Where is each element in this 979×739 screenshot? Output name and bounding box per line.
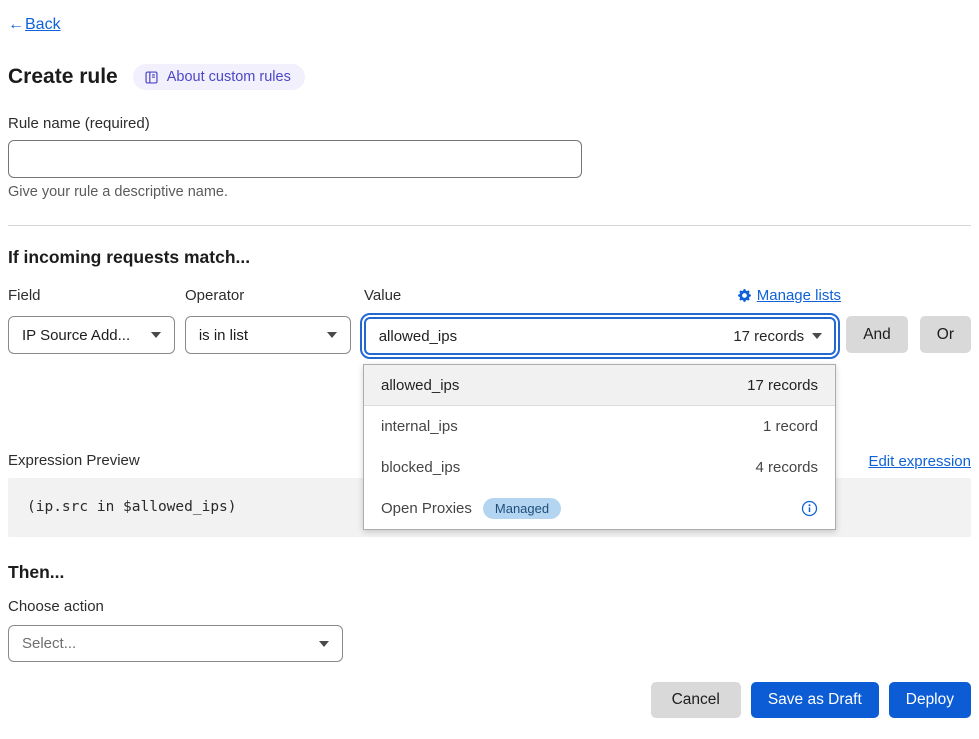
operator-select-value: is in list	[199, 327, 248, 344]
operator-select[interactable]: is in list	[185, 316, 351, 354]
create-rule-page: ← Back Create rule About custom rules Ru…	[0, 0, 979, 718]
list-item-name: internal_ips	[381, 418, 458, 435]
choose-action-label: Choose action	[8, 598, 971, 615]
gear-icon	[738, 289, 751, 302]
about-custom-rules-label: About custom rules	[167, 69, 291, 85]
value-select[interactable]: allowed_ips 17 records	[364, 317, 837, 355]
chevron-down-icon	[151, 332, 161, 338]
list-item-blocked-ips[interactable]: blocked_ips 4 records	[364, 447, 835, 488]
rule-name-input[interactable]	[8, 140, 582, 178]
edit-expression-link[interactable]: Edit expression	[868, 453, 971, 470]
field-select-value: IP Source Add...	[22, 327, 130, 344]
list-item-name: allowed_ips	[381, 377, 459, 394]
then-section-heading: Then...	[8, 562, 971, 583]
manage-lists-link[interactable]: Manage lists	[738, 287, 841, 304]
back-link-label: Back	[25, 15, 61, 34]
list-item-internal-ips[interactable]: internal_ips 1 record	[364, 406, 835, 447]
chevron-down-icon	[327, 332, 337, 338]
chevron-down-icon	[812, 333, 822, 339]
book-icon	[144, 70, 159, 85]
list-item-allowed-ips[interactable]: allowed_ips 17 records	[364, 365, 835, 406]
and-button[interactable]: And	[846, 316, 908, 353]
managed-badge: Managed	[483, 498, 561, 519]
list-item-records: 17 records	[747, 377, 818, 394]
rule-name-label: Rule name (required)	[8, 115, 971, 132]
value-label: Value	[364, 287, 738, 304]
field-select[interactable]: IP Source Add...	[8, 316, 175, 354]
operator-label: Operator	[185, 287, 364, 304]
or-button[interactable]: Or	[920, 316, 971, 353]
chevron-down-icon	[319, 641, 329, 647]
value-select-records: 17 records	[733, 328, 804, 345]
value-dropdown-menu: allowed_ips 17 records internal_ips 1 re…	[363, 364, 836, 530]
value-select-name: allowed_ips	[379, 328, 457, 345]
field-label: Field	[8, 287, 185, 304]
deploy-button[interactable]: Deploy	[889, 682, 971, 718]
list-item-records: 1 record	[763, 418, 818, 435]
page-title: Create rule	[8, 65, 118, 89]
back-arrow-icon: ←	[8, 15, 24, 34]
about-custom-rules-link[interactable]: About custom rules	[133, 64, 305, 90]
action-select[interactable]: Select...	[8, 625, 343, 662]
save-as-draft-button[interactable]: Save as Draft	[751, 682, 879, 718]
back-link[interactable]: ← Back	[8, 15, 61, 34]
action-select-placeholder: Select...	[22, 635, 76, 652]
list-item-name: Open Proxies	[381, 500, 472, 517]
list-item-records: 4 records	[755, 459, 818, 476]
list-item-name: blocked_ips	[381, 459, 460, 476]
list-item-open-proxies[interactable]: Open Proxies Managed	[364, 488, 835, 529]
info-icon[interactable]	[801, 500, 818, 517]
match-section-heading: If incoming requests match...	[8, 247, 971, 268]
manage-lists-label: Manage lists	[757, 287, 841, 304]
section-divider	[8, 225, 971, 226]
expression-preview-label: Expression Preview	[8, 452, 140, 470]
cancel-button[interactable]: Cancel	[651, 682, 741, 718]
rule-name-helper-text: Give your rule a descriptive name.	[8, 184, 971, 201]
